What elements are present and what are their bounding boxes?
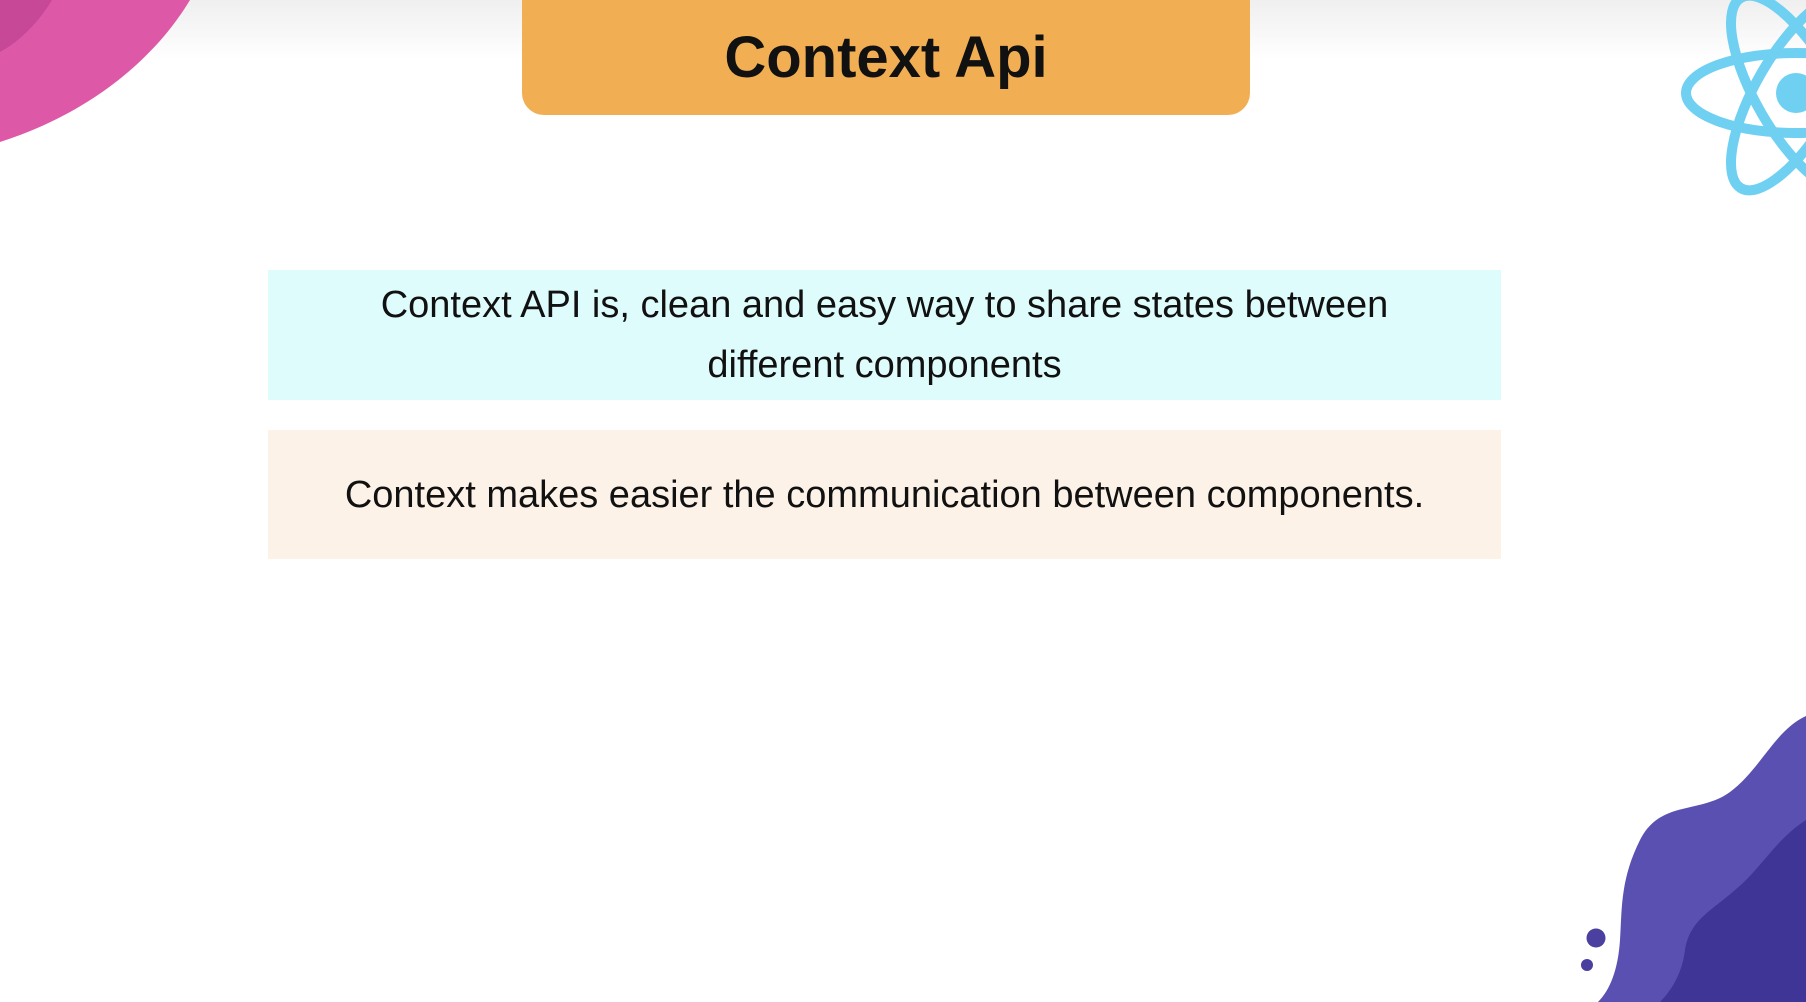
decor-dot-large xyxy=(1586,928,1606,948)
title-banner: Context Api xyxy=(522,0,1250,115)
decor-dot-small xyxy=(1581,959,1593,971)
benefit-text: Context makes easier the communication b… xyxy=(344,473,1425,516)
definition-text: Context API is, clean and easy way to sh… xyxy=(380,284,1389,386)
definition-card: Context API is, clean and easy way to sh… xyxy=(268,270,1501,400)
react-logo-icon xyxy=(1681,0,1806,196)
react-nucleus xyxy=(1776,73,1806,113)
slide: Context Api Context API is, clean and ea… xyxy=(0,0,1806,1002)
benefit-card: Context makes easier the communication b… xyxy=(268,430,1501,559)
slide-title: Context Api xyxy=(724,25,1048,90)
purple-wave-shape xyxy=(1581,716,1806,1002)
pink-blob-shape xyxy=(0,0,190,142)
